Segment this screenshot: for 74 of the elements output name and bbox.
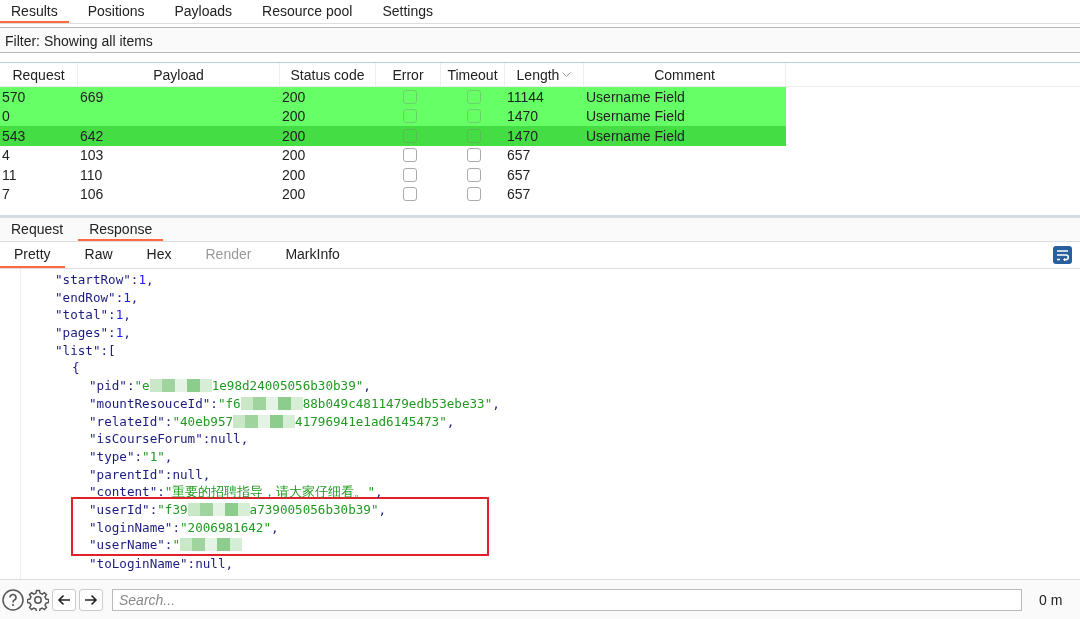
tab[interactable]: Hex	[132, 242, 186, 268]
table-cell: 570	[2, 88, 26, 105]
column-header[interactable]: Timeout	[447, 66, 498, 83]
code-line: "loginName":"2006981642",	[88, 518, 280, 537]
tab[interactable]: Payloads	[163, 0, 244, 23]
code-line: "isCourseForum":null,	[88, 430, 250, 448]
column-header[interactable]: Status code	[290, 66, 365, 83]
table-cell: 543	[2, 127, 26, 144]
tab[interactable]: Settings	[371, 0, 444, 23]
match-count: 0 m	[1039, 591, 1063, 608]
tab[interactable]: Raw	[70, 242, 127, 268]
row-highlight[interactable]: 570 669 200 11144 Username Field	[0, 87, 786, 107]
table-cell: 7	[2, 186, 10, 203]
code-line: "type":"1",	[88, 447, 174, 466]
code-line: "startRow":1,	[54, 271, 155, 289]
table-cell: 200	[282, 88, 306, 105]
back-button[interactable]	[52, 588, 76, 611]
table-cell: Username Field	[586, 108, 685, 125]
code-line: "total":1,	[54, 306, 132, 325]
table-cell: 11144	[507, 88, 544, 105]
sort-caret-icon[interactable]	[562, 71, 572, 78]
row-highlight[interactable]: 0 200 1470 Username Field	[0, 106, 786, 126]
code-line: "userId":"f39 a739005056b30b39",	[88, 500, 388, 519]
table-cell: 200	[282, 108, 306, 125]
table-cell: 0	[2, 108, 10, 125]
code-line: "mountResouceId":"f6 88b049c4811479edb53ebe33",	[88, 394, 501, 413]
table-cell: 11	[2, 166, 17, 183]
tab[interactable]: MarkInfo	[271, 242, 354, 268]
code-line: "userName":"	[73, 536, 487, 554]
code-line: "pages":1,	[54, 324, 132, 342]
column-header[interactable]: Request	[12, 66, 65, 83]
table-cell: 106	[80, 186, 104, 203]
tab[interactable]: Resource pool	[251, 0, 364, 23]
table-cell: Username Field	[586, 88, 685, 105]
back-arrow-icon	[57, 593, 71, 606]
column-header[interactable]: Comment	[654, 66, 715, 83]
column-header[interactable]: Error	[392, 66, 424, 83]
table-cell: 200	[282, 147, 306, 164]
code-line: "pid":"e 1e98d24005056b30b39",	[88, 377, 372, 395]
code-line: "parentId":null,	[88, 465, 212, 484]
table-cell: 657	[507, 166, 531, 183]
table-cell: 200	[282, 186, 306, 203]
forward-button[interactable]	[79, 588, 103, 611]
table-cell: 657	[507, 147, 531, 164]
table-cell: 103	[80, 147, 104, 164]
column-header[interactable]: Payload	[153, 66, 204, 83]
filter-bar[interactable]: Filter: Showing all items	[0, 28, 1080, 54]
code-line: "content":"重要的招聘指导，请大家仔细看。",	[88, 483, 384, 501]
code-line: "toLoginName":null,	[88, 555, 235, 573]
search-field[interactable]: Search...	[112, 588, 1022, 611]
word-wrap-icon[interactable]	[1053, 246, 1072, 264]
tab[interactable]: Pretty	[0, 242, 65, 268]
table-cell: 657	[507, 186, 531, 203]
code-line: "relateId":"40eb957 41796941e1ad6145473",	[88, 412, 456, 431]
help-icon[interactable]	[2, 588, 24, 611]
code-line: {	[71, 359, 81, 378]
table-cell: 110	[80, 166, 103, 183]
tab[interactable]: Results	[0, 0, 69, 23]
table-cell: 200	[282, 127, 306, 144]
code-line: "endRow":1,	[54, 288, 140, 307]
table-cell: 200	[282, 166, 306, 183]
table-cell: 1470	[507, 108, 539, 125]
forward-arrow-icon	[84, 593, 98, 606]
table-cell: 1470	[507, 127, 539, 144]
tab[interactable]: Positions	[76, 0, 156, 23]
column-header[interactable]: Length	[516, 66, 560, 83]
table-cell: 4	[2, 147, 10, 164]
code-line: "list":[	[54, 341, 117, 360]
row-highlight[interactable]: 543 642 200 1470 Username Field	[0, 126, 786, 146]
table-cell: 642	[80, 127, 104, 144]
tab[interactable]: Request	[0, 218, 75, 241]
table-cell: Username Field	[586, 127, 685, 144]
table-cell: 669	[80, 88, 104, 105]
settings-icon[interactable]	[27, 588, 49, 611]
